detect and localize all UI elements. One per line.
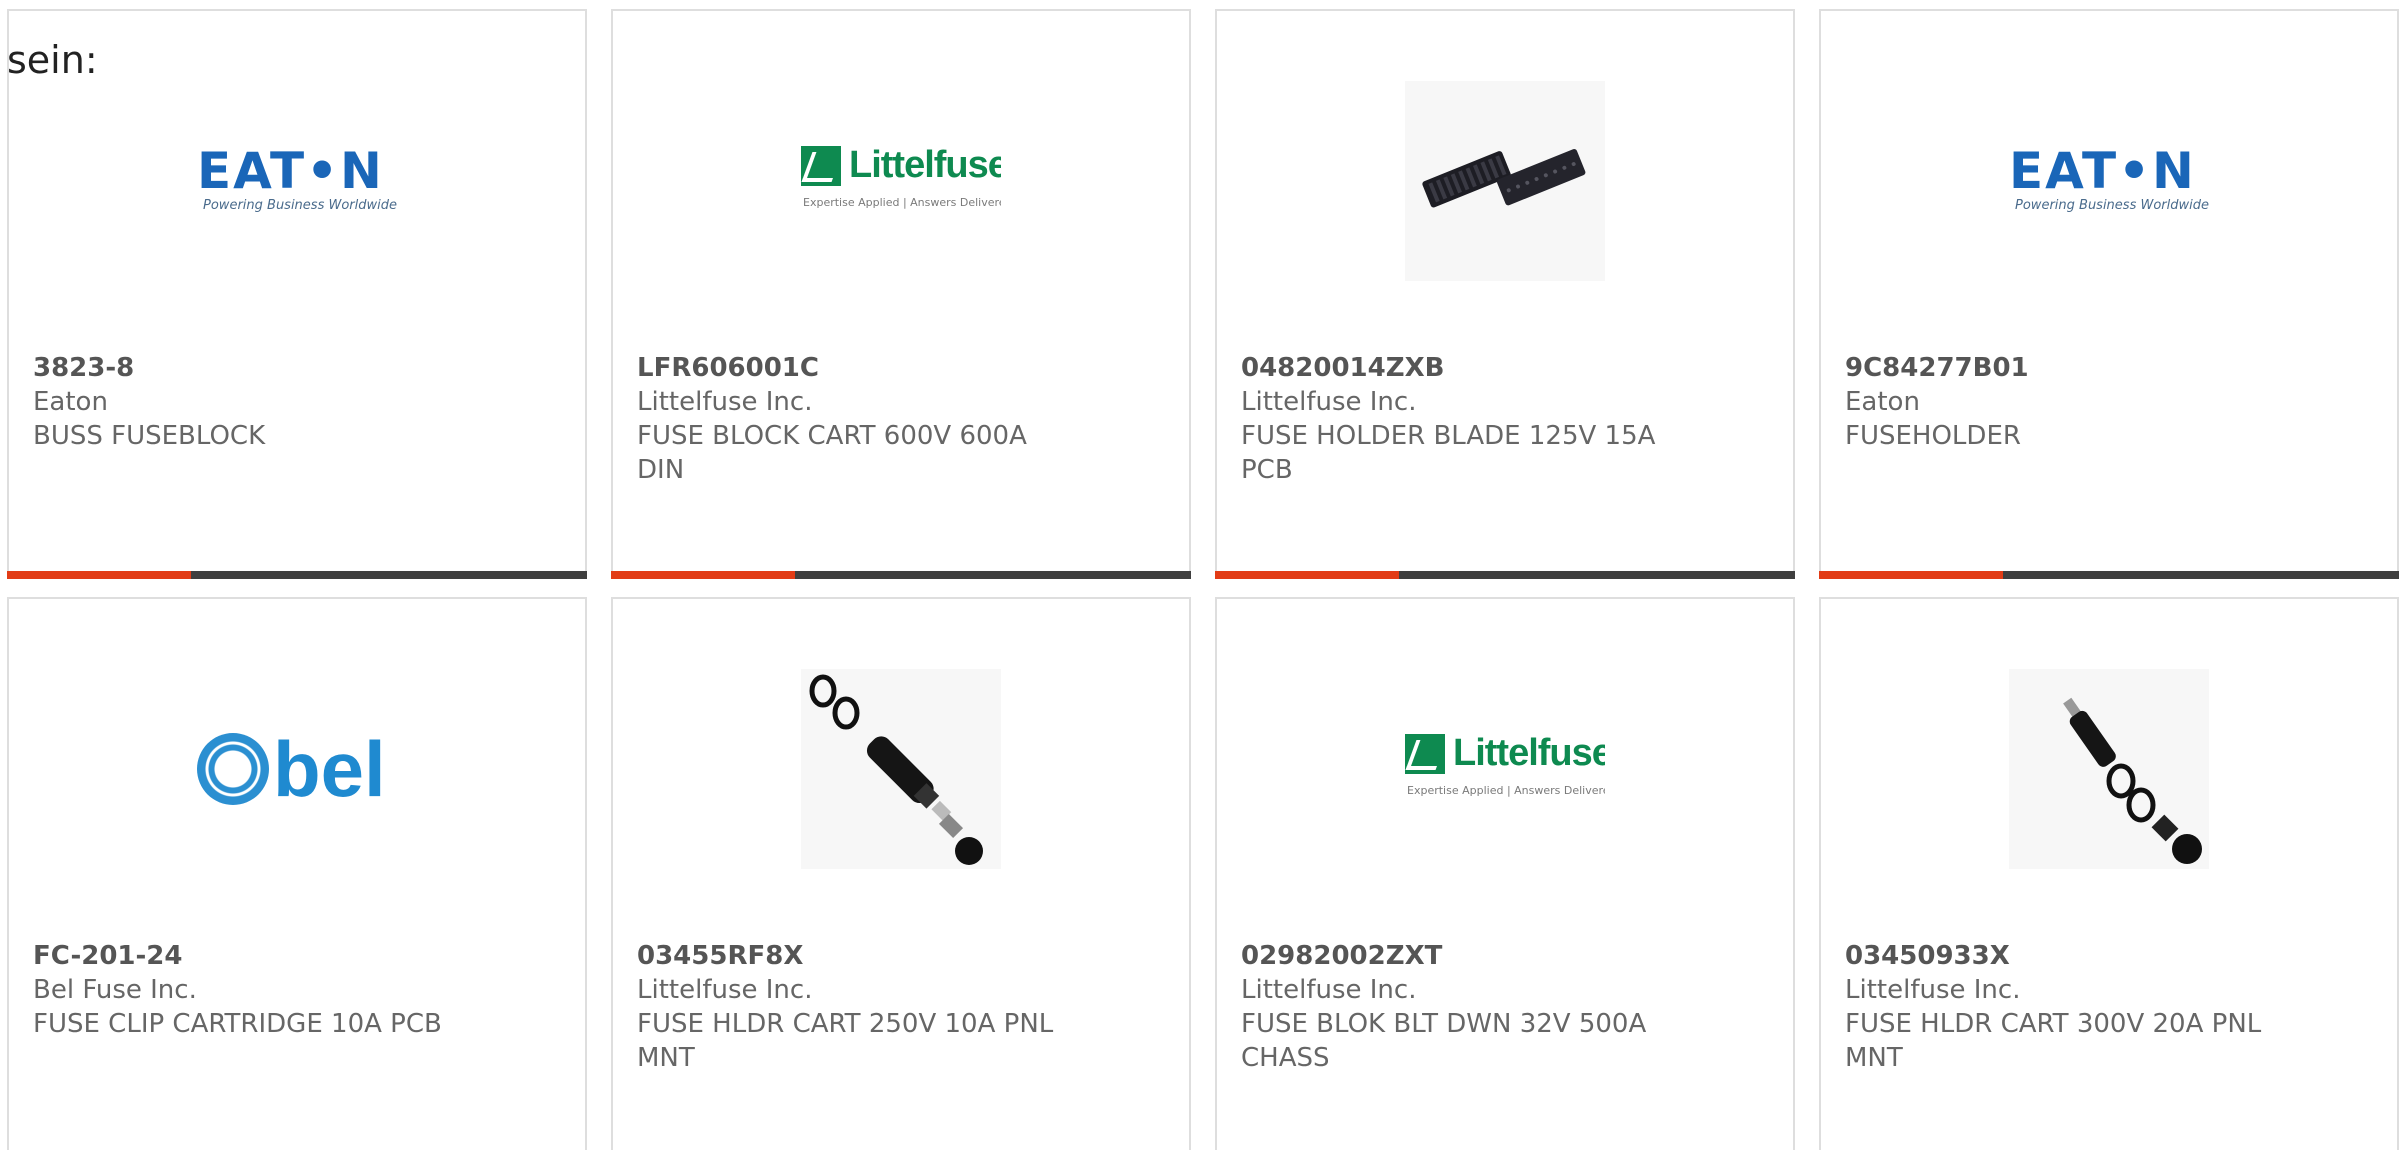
manufacturer: Littelfuse Inc. [637, 387, 813, 417]
description: BUSS FUSEBLOCK [33, 421, 266, 451]
description: FUSE HLDR CART 250V 10A PNL MNT [637, 1009, 1054, 1073]
littelfuse-logo-word: Littelfuse [1453, 732, 1605, 774]
product-meta: LFR606001C Littelfuse Inc. FUSE BLOCK CA… [637, 351, 1069, 487]
product-meta: 03455RF8X Littelfuse Inc. FUSE HLDR CART… [637, 939, 1069, 1075]
product-card[interactable]: 03450933X Littelfuse Inc. FUSE HLDR CART… [1819, 597, 2399, 1150]
part-number[interactable]: 03455RF8X [637, 939, 1069, 973]
littelfuse-logo-tagline: Expertise Applied | Answers Delivered [1407, 784, 1605, 797]
manufacturer: Littelfuse Inc. [1241, 387, 1417, 417]
product-grid-page: sein: EAT•N Powering Business Worldwide … [0, 0, 2400, 1150]
littelfuse-logo-icon: Littelfuse Expertise Applied | Answers D… [801, 144, 1001, 216]
part-number[interactable]: 04820014ZXB [1241, 351, 1673, 385]
littelfuse-logo-word: Littelfuse [849, 144, 1001, 186]
part-number[interactable]: LFR606001C [637, 351, 1069, 385]
part-number[interactable]: 02982002ZXT [1241, 939, 1673, 973]
eaton-logo-word: EAT•N [197, 142, 384, 200]
littelfuse-logo-tagline: Expertise Applied | Answers Delivered [803, 196, 1001, 209]
product-meta: 03450933X Littelfuse Inc. FUSE HLDR CART… [1845, 939, 2277, 1075]
panel-fuse-holder-icon [801, 669, 1001, 869]
product-image [801, 669, 1001, 869]
card-bottom-bar [7, 571, 587, 579]
bel-logo-icon: bel [197, 729, 397, 809]
description: FUSE BLOK BLT DWN 32V 500A CHASS [1241, 1009, 1647, 1073]
product-card[interactable]: bel FC-201-24 Bel Fuse Inc. FUSE CLIP CA… [7, 597, 587, 1150]
product-card[interactable]: EAT•N Powering Business Worldwide 3823-8… [7, 9, 587, 579]
intro-text: sein: [7, 38, 98, 82]
manufacturer: Littelfuse Inc. [1845, 975, 2021, 1005]
product-meta: 04820014ZXB Littelfuse Inc. FUSE HOLDER … [1241, 351, 1673, 487]
fuse-holder-blade-icon [1405, 81, 1605, 281]
panel-fuse-holder-icon [2009, 669, 2209, 869]
eaton-logo-icon: EAT•N Powering Business Worldwide [2009, 146, 2209, 216]
product-meta: FC-201-24 Bel Fuse Inc. FUSE CLIP CARTRI… [33, 939, 465, 1041]
part-number[interactable]: 9C84277B01 [1845, 351, 2277, 385]
card-accent [7, 571, 191, 579]
manufacturer: Bel Fuse Inc. [33, 975, 197, 1005]
card-accent [1819, 571, 2003, 579]
product-meta: 3823-8 Eaton BUSS FUSEBLOCK [33, 351, 465, 453]
product-grid: EAT•N Powering Business Worldwide 3823-8… [7, 9, 2399, 1150]
eaton-logo-tagline: Powering Business Worldwide [203, 198, 397, 213]
product-image [2009, 669, 2209, 869]
description: FUSE HLDR CART 300V 20A PNL MNT [1845, 1009, 2262, 1073]
part-number[interactable]: 3823-8 [33, 351, 465, 385]
card-accent [1215, 571, 1399, 579]
product-meta: 9C84277B01 Eaton FUSEHOLDER [1845, 351, 2277, 453]
manufacturer-logo: Littelfuse Expertise Applied | Answers D… [801, 81, 1001, 281]
littelfuse-mark-icon [801, 146, 841, 186]
product-card[interactable]: 03455RF8X Littelfuse Inc. FUSE HLDR CART… [611, 597, 1191, 1150]
manufacturer-logo: EAT•N Powering Business Worldwide [2009, 81, 2209, 281]
manufacturer-logo: bel [197, 669, 397, 869]
card-bottom-bar [1215, 571, 1795, 579]
manufacturer: Littelfuse Inc. [637, 975, 813, 1005]
eaton-logo-icon: EAT•N Powering Business Worldwide [197, 146, 397, 216]
manufacturer: Eaton [1845, 387, 1920, 417]
manufacturer: Littelfuse Inc. [1241, 975, 1417, 1005]
eaton-logo-word: EAT•N [2009, 142, 2196, 200]
description: FUSE HOLDER BLADE 125V 15A PCB [1241, 421, 1656, 485]
product-card[interactable]: 04820014ZXB Littelfuse Inc. FUSE HOLDER … [1215, 9, 1795, 579]
card-accent [611, 571, 795, 579]
manufacturer-logo: EAT•N Powering Business Worldwide [197, 81, 397, 281]
product-image [1405, 81, 1605, 281]
eaton-logo-tagline: Powering Business Worldwide [2015, 198, 2209, 213]
littelfuse-logo-icon: Littelfuse Expertise Applied | Answers D… [1405, 732, 1605, 804]
description: FUSEHOLDER [1845, 421, 2021, 451]
card-bottom-bar [1819, 571, 2399, 579]
manufacturer-logo: Littelfuse Expertise Applied | Answers D… [1405, 669, 1605, 869]
product-card[interactable]: Littelfuse Expertise Applied | Answers D… [1215, 597, 1795, 1150]
card-bottom-bar [611, 571, 1191, 579]
part-number[interactable]: FC-201-24 [33, 939, 465, 973]
product-card[interactable]: Littelfuse Expertise Applied | Answers D… [611, 9, 1191, 579]
product-meta: 02982002ZXT Littelfuse Inc. FUSE BLOK BL… [1241, 939, 1673, 1075]
part-number[interactable]: 03450933X [1845, 939, 2277, 973]
littelfuse-mark-icon [1405, 734, 1445, 774]
description: FUSE CLIP CARTRIDGE 10A PCB [33, 1009, 442, 1039]
bel-ball-icon [197, 733, 269, 805]
bel-logo-word: bel [273, 725, 386, 813]
manufacturer: Eaton [33, 387, 108, 417]
description: FUSE BLOCK CART 600V 600A DIN [637, 421, 1027, 485]
product-card[interactable]: EAT•N Powering Business Worldwide 9C8427… [1819, 9, 2399, 579]
